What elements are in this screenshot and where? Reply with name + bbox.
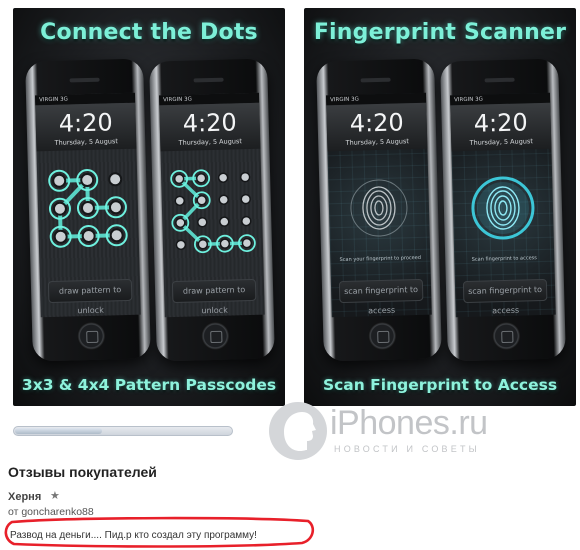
phone-mockup: VIRGIN 3G 4:20 Thursday, 5 August draw p… [25, 58, 151, 362]
phone-mockup: VIRGIN 3G 4:20 Thursday, 5 August Scan f… [440, 58, 566, 362]
phone-screen: VIRGIN 3G 4:20 Thursday, 5 August draw p… [34, 92, 141, 318]
watermark: iPhones.ru НОВОСТИ И СОВЕТЫ [268, 398, 568, 464]
lock-date: Thursday, 5 August [54, 137, 118, 147]
home-button-icon [367, 321, 397, 351]
watermark-brand: iPhones.ru [330, 404, 488, 442]
scan-bar: scan fingerprint to access [462, 278, 548, 315]
phone-speaker [360, 77, 391, 83]
phone-screen: VIRGIN 3G 4:20 Thursday, 5 August Scan f… [449, 92, 556, 318]
lock-clock: 4:20 Thursday, 5 August [35, 102, 137, 152]
lock-time: 4:20 [349, 108, 405, 138]
phone-speaker [484, 77, 515, 83]
app-screenshot-fingerprint[interactable]: Fingerprint Scanner VIRGIN 3G 4:20 Thurs… [304, 8, 576, 406]
home-button-icon [200, 321, 230, 351]
screenshot-title: Fingerprint Scanner [313, 20, 567, 45]
phone-speaker [69, 77, 100, 83]
lock-date: Thursday, 5 August [345, 137, 409, 147]
unlock-bar: draw pattern to unlock [47, 278, 133, 315]
pattern-grid-4x4-icon [170, 169, 256, 254]
home-button-icon [491, 321, 521, 351]
home-button-icon [76, 321, 106, 351]
screenshot-caption: Scan Fingerprint to Access [322, 376, 558, 394]
screenshot-title: Connect the Dots [40, 20, 258, 45]
lock-date: Thursday, 5 August [178, 137, 242, 147]
lock-time: 4:20 [182, 108, 238, 138]
app-screenshot-connect-dots[interactable]: Connect the Dots VIRGIN 3G 4:20 Thursday… [13, 8, 285, 406]
review-text: Развод на деньги.... Пид.р кто создал эт… [10, 530, 257, 541]
unlock-bar: draw pattern to unlock [171, 278, 257, 315]
star-rating-icon: ★ [50, 490, 60, 502]
watermark-tagline: НОВОСТИ И СОВЕТЫ [334, 444, 480, 454]
scrollbar-thumb[interactable] [15, 428, 102, 434]
phone-mockup: VIRGIN 3G 4:20 Thursday, 5 August Scan y… [316, 58, 442, 362]
lock-time: 4:20 [58, 108, 114, 138]
lock-clock: 4:20 Thursday, 5 August [159, 102, 261, 152]
scan-bar: scan fingerprint to access [338, 278, 424, 315]
fingerprint-glow-icon [471, 176, 535, 240]
lock-clock: 4:20 Thursday, 5 August [450, 102, 552, 152]
reviews-heading: Отзывы покупателей [8, 464, 157, 480]
screenshot-caption: 3x3 & 4x4 Pattern Passcodes [21, 376, 277, 394]
gallery-scrollbar[interactable] [13, 426, 233, 436]
phone-mockup: VIRGIN 3G 4:20 Thursday, 5 August draw p… [149, 58, 275, 362]
phone-screen: VIRGIN 3G 4:20 Thursday, 5 August draw p… [158, 92, 265, 318]
lock-clock: 4:20 Thursday, 5 August [326, 102, 428, 152]
head-profile-logo-icon [269, 402, 327, 460]
fingerprint-icon [350, 179, 408, 237]
lock-date: Thursday, 5 August [469, 137, 533, 147]
review-title: Херня [8, 491, 42, 503]
lock-time: 4:20 [473, 108, 529, 138]
phone-speaker [193, 77, 224, 83]
pattern-grid-3x3-icon [48, 169, 128, 248]
phone-screen: VIRGIN 3G 4:20 Thursday, 5 August Scan y… [325, 92, 432, 318]
